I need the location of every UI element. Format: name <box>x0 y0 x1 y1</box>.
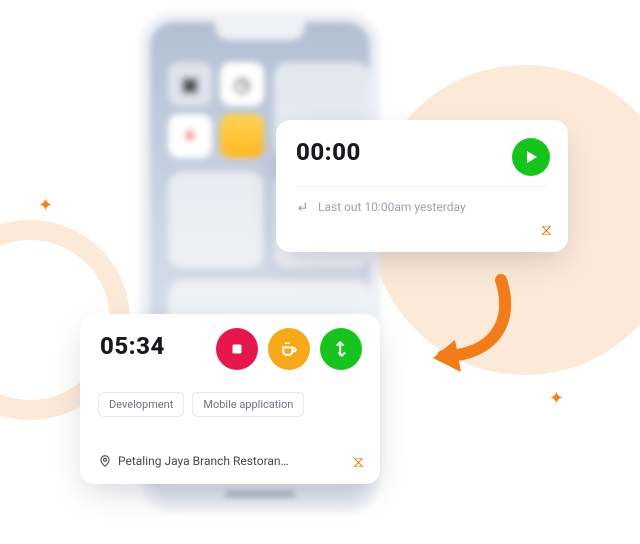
enter-icon <box>296 200 310 214</box>
timer-widget-running: 05:34 Development Mobile application Pet… <box>80 314 380 484</box>
sparkle-icon: ✦ <box>38 195 53 216</box>
sparkle-icon: ✦ <box>549 388 564 409</box>
timer-widget-idle: 00:00 Last out 10:00am yesterday ⧖ <box>276 120 568 252</box>
divider <box>296 186 548 187</box>
switch-button[interactable] <box>320 328 362 370</box>
task-chip[interactable]: Mobile application <box>192 392 304 417</box>
hourglass-icon[interactable]: ⧖ <box>353 452 364 472</box>
notes-icon <box>220 114 264 158</box>
timer-value: 00:00 <box>296 138 548 166</box>
widget-tile <box>168 172 264 268</box>
play-button[interactable] <box>512 138 550 176</box>
location-label: Petaling Jaya Branch Restoran… <box>98 454 289 468</box>
project-chip[interactable]: Development <box>98 392 184 417</box>
clock-icon: ◷ <box>220 62 264 106</box>
arrow-icon <box>405 270 525 390</box>
stop-button[interactable] <box>216 328 258 370</box>
break-button[interactable] <box>268 328 310 370</box>
hourglass-icon[interactable]: ⧖ <box>541 220 552 240</box>
pin-icon <box>98 454 112 468</box>
camera-icon: ▣ <box>168 62 212 106</box>
last-out-label: Last out 10:00am yesterday <box>296 200 466 214</box>
calendar-icon: 6 <box>168 114 212 158</box>
